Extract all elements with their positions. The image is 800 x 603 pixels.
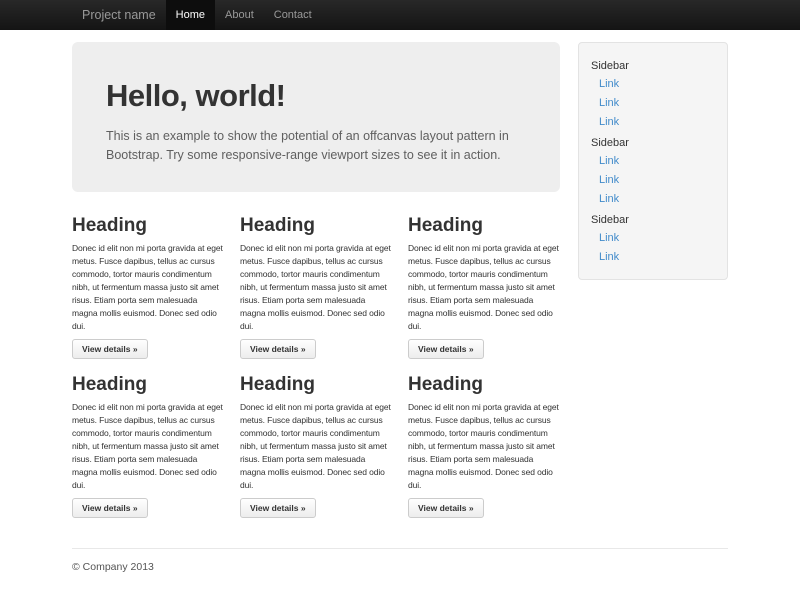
view-details-button[interactable]: View details » (408, 498, 484, 518)
card-heading: Heading (240, 216, 392, 236)
card: Heading Donec id elit non mi porta gravi… (72, 216, 224, 359)
sidebar-link[interactable]: Link (591, 113, 715, 132)
cards-row-1: Heading Donec id elit non mi porta gravi… (72, 216, 560, 359)
card-heading: Heading (72, 375, 224, 395)
card: Heading Donec id elit non mi porta gravi… (240, 216, 392, 359)
jumbotron-description: This is an example to show the potential… (106, 127, 526, 165)
view-details-button[interactable]: View details » (240, 339, 316, 359)
sidebar-header: Sidebar (591, 132, 715, 152)
nav-item-contact[interactable]: Contact (264, 0, 322, 30)
card-body-text: Donec id elit non mi porta gravida at eg… (72, 242, 224, 333)
navbar: Project name Home About Contact (0, 0, 800, 30)
card: Heading Donec id elit non mi porta gravi… (72, 375, 224, 518)
sidebar-link[interactable]: Link (591, 248, 715, 267)
sidebar-link[interactable]: Link (591, 229, 715, 248)
sidebar-link[interactable]: Link (591, 171, 715, 190)
card: Heading Donec id elit non mi porta gravi… (240, 375, 392, 518)
sidebar-header: Sidebar (591, 209, 715, 229)
nav-item-about[interactable]: About (215, 0, 264, 30)
sidebar-link[interactable]: Link (591, 75, 715, 94)
sidebar-header: Sidebar (591, 55, 715, 75)
card-body-text: Donec id elit non mi porta gravida at eg… (72, 401, 224, 492)
jumbotron: Hello, world! This is an example to show… (72, 42, 560, 192)
sidebar: Sidebar Link Link Link Sidebar Link Link… (578, 42, 728, 280)
view-details-button[interactable]: View details » (240, 498, 316, 518)
copyright-text: © Company 2013 (72, 549, 728, 603)
nav-item-home[interactable]: Home (166, 0, 215, 30)
page-title: Hello, world! (106, 78, 526, 114)
card-heading: Heading (72, 216, 224, 236)
sidebar-link[interactable]: Link (591, 94, 715, 113)
card-body-text: Donec id elit non mi porta gravida at eg… (408, 401, 560, 492)
cards-row-2: Heading Donec id elit non mi porta gravi… (72, 375, 560, 518)
sidebar-link[interactable]: Link (591, 190, 715, 209)
card-body-text: Donec id elit non mi porta gravida at eg… (240, 401, 392, 492)
content-row: Hello, world! This is an example to show… (72, 42, 728, 534)
card-heading: Heading (240, 375, 392, 395)
card-heading: Heading (408, 216, 560, 236)
view-details-button[interactable]: View details » (72, 339, 148, 359)
card-body-text: Donec id elit non mi porta gravida at eg… (240, 242, 392, 333)
footer: © Company 2013 (72, 549, 728, 603)
view-details-button[interactable]: View details » (408, 339, 484, 359)
sidebar-link[interactable]: Link (591, 152, 715, 171)
view-details-button[interactable]: View details » (72, 498, 148, 518)
navbar-brand[interactable]: Project name (72, 0, 166, 30)
card: Heading Donec id elit non mi porta gravi… (408, 375, 560, 518)
card-heading: Heading (408, 375, 560, 395)
card: Heading Donec id elit non mi porta gravi… (408, 216, 560, 359)
main-content: Hello, world! This is an example to show… (72, 42, 560, 534)
navbar-menu: Home About Contact (166, 0, 322, 30)
card-body-text: Donec id elit non mi porta gravida at eg… (408, 242, 560, 333)
page-container: Hello, world! This is an example to show… (72, 30, 728, 603)
